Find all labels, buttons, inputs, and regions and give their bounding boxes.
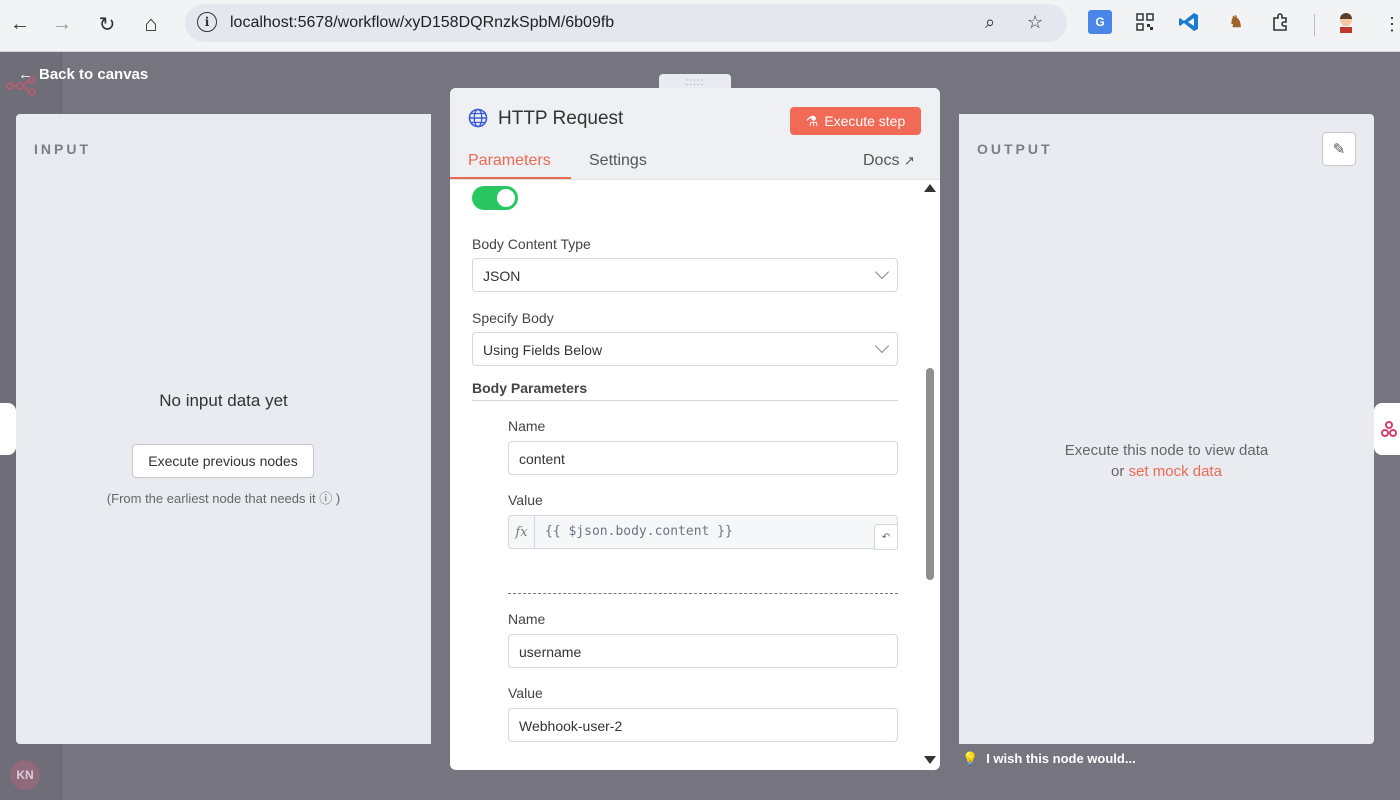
lightbulb-icon: 💡 bbox=[962, 751, 979, 766]
send-body-toggle[interactable] bbox=[472, 186, 518, 210]
browser-toolbar: ← → ↻ ⌂ i localhost:5678/workflow/xyD158… bbox=[0, 0, 1400, 52]
zoom-icon[interactable]: ⌕ bbox=[985, 12, 995, 33]
animal-extension-icon[interactable]: ♞ bbox=[1224, 10, 1248, 34]
expand-expression-icon[interactable]: ↶ bbox=[874, 524, 898, 550]
output-panel-title: OUTPUT bbox=[977, 141, 1053, 157]
body-content-type-select[interactable]: JSON bbox=[472, 258, 898, 292]
node-settings-panel: HTTP Request ⚗ Execute step Parameters Se… bbox=[450, 88, 940, 770]
specify-body-label: Specify Body bbox=[472, 310, 554, 326]
browser-menu-icon[interactable]: ⋮ bbox=[1378, 10, 1400, 38]
param-value-label: Value bbox=[508, 492, 543, 508]
site-info-icon[interactable]: i bbox=[197, 12, 217, 32]
scroll-up-icon[interactable] bbox=[924, 184, 936, 192]
output-empty-message: Execute this node to view data or set mo… bbox=[959, 440, 1374, 482]
tab-settings[interactable]: Settings bbox=[589, 152, 647, 170]
input-panel: INPUT No input data yet Execute previous… bbox=[16, 114, 431, 744]
param-divider bbox=[508, 593, 898, 594]
globe-icon bbox=[468, 108, 488, 128]
translate-extension-icon[interactable]: G bbox=[1088, 10, 1112, 34]
tab-parameters[interactable]: Parameters bbox=[468, 152, 551, 170]
bookmark-star-icon[interactable]: ☆ bbox=[1027, 12, 1043, 33]
back-to-canvas-link[interactable]: ← Back to canvas bbox=[18, 66, 154, 83]
back-icon[interactable]: ← bbox=[6, 10, 34, 38]
execute-step-label: Execute step bbox=[824, 112, 906, 129]
no-input-message: No input data yet bbox=[159, 391, 288, 410]
body-parameters-heading: Body Parameters bbox=[472, 380, 588, 396]
execute-previous-nodes-button[interactable]: Execute previous nodes bbox=[132, 444, 314, 478]
user-avatar[interactable]: KN bbox=[10, 760, 40, 790]
toolbar-divider bbox=[1314, 14, 1315, 36]
input-panel-title: INPUT bbox=[34, 141, 91, 157]
output-message-line: Execute this node to view data bbox=[1064, 442, 1269, 459]
home-icon[interactable]: ⌂ bbox=[137, 10, 165, 38]
chevron-down-icon bbox=[874, 264, 890, 280]
forward-icon[interactable]: → bbox=[48, 10, 76, 38]
back-to-canvas-label: Back to canvas bbox=[39, 66, 149, 83]
expression-text: {{ $json.body.content }} bbox=[545, 524, 733, 539]
pencil-icon: ✎ bbox=[1332, 141, 1346, 158]
address-bar[interactable]: i localhost:5678/workflow/xyD158DQRnzkSp… bbox=[185, 4, 1067, 42]
reload-icon[interactable]: ↻ bbox=[93, 10, 121, 38]
edit-output-button[interactable]: ✎ bbox=[1322, 132, 1356, 166]
external-link-icon: ↗ bbox=[903, 153, 915, 168]
specify-body-select[interactable]: Using Fields Below bbox=[472, 332, 898, 366]
url-text: localhost:5678/workflow/xyD158DQRnzkSpbM… bbox=[230, 14, 615, 31]
node-header: HTTP Request ⚗ Execute step Parameters Se… bbox=[450, 88, 940, 180]
vscode-extension-icon[interactable] bbox=[1177, 10, 1201, 34]
execute-step-button[interactable]: ⚗ Execute step bbox=[790, 107, 921, 135]
specify-body-value: Using Fields Below bbox=[483, 342, 603, 358]
chevron-down-icon bbox=[874, 338, 890, 354]
docs-label: Docs bbox=[863, 152, 900, 169]
scroll-down-icon[interactable] bbox=[924, 756, 936, 764]
output-panel: OUTPUT ✎ Execute this node to view data … bbox=[959, 114, 1374, 744]
scrollbar-thumb[interactable] bbox=[926, 368, 934, 580]
active-tab-indicator bbox=[450, 177, 571, 179]
param-name-input[interactable]: content bbox=[508, 441, 898, 475]
back-arrow-icon: ← bbox=[18, 66, 33, 83]
fx-icon: fx bbox=[509, 516, 535, 548]
profile-avatar-icon[interactable] bbox=[1334, 10, 1358, 34]
next-node-icon[interactable] bbox=[1374, 403, 1400, 455]
flask-icon: ⚗ bbox=[805, 112, 819, 129]
param-value-input[interactable]: Webhook-user-2 bbox=[508, 708, 898, 742]
body-content-type-label: Body Content Type bbox=[472, 236, 591, 252]
param-value-expression-input[interactable]: fx {{ $json.body.content }} ↶ bbox=[508, 515, 898, 550]
param-name-label: Name bbox=[508, 611, 546, 627]
earliest-node-hint: (From the earliest node that needs it ⓘ … bbox=[106, 491, 341, 506]
param-value-label: Value bbox=[508, 685, 543, 701]
docs-link[interactable]: Docs ↗ bbox=[863, 152, 915, 170]
canvas-node-left-edge bbox=[0, 403, 16, 455]
param-name-label: Name bbox=[508, 418, 546, 434]
param-name-input[interactable]: username bbox=[508, 634, 898, 668]
node-title[interactable]: HTTP Request bbox=[498, 108, 623, 130]
body-content-type-value: JSON bbox=[483, 268, 521, 284]
feedback-text: I wish this node would... bbox=[986, 751, 1136, 766]
section-divider bbox=[472, 400, 898, 401]
qr-extension-icon[interactable] bbox=[1133, 10, 1157, 34]
output-message-or: or bbox=[1111, 463, 1129, 480]
feedback-prompt[interactable]: 💡 I wish this node would... bbox=[962, 751, 1136, 767]
extensions-puzzle-icon[interactable] bbox=[1268, 10, 1292, 34]
set-mock-data-link[interactable]: set mock data bbox=[1129, 463, 1222, 480]
